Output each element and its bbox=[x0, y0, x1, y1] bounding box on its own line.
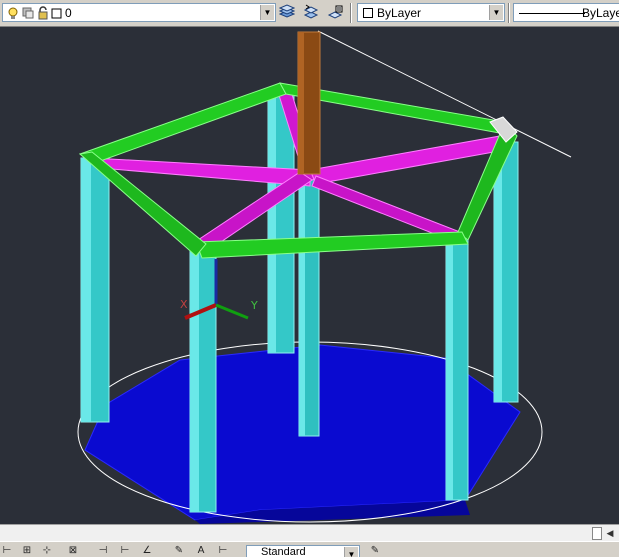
current-layer-name: 0 bbox=[65, 6, 72, 20]
dimension-baseline-icon[interactable]: ⊢ bbox=[118, 544, 132, 557]
dimension-toolbar: ⊢ ⊞ ⊹ ⊠ ⊣ ⊢ ∠ ✎ A ⊢ Standard ▼ ✎ bbox=[0, 541, 619, 557]
beam-front[interactable] bbox=[195, 231, 469, 259]
column-highlight bbox=[446, 238, 453, 500]
color-dropdown[interactable]: ByLayer ▼ bbox=[357, 3, 505, 22]
beam-back-left[interactable] bbox=[79, 82, 287, 165]
color-swatch bbox=[363, 8, 373, 18]
dimension-ordinate-icon[interactable]: ⊣ bbox=[96, 544, 110, 557]
scrollbar-thumb[interactable] bbox=[592, 527, 602, 540]
color-value: ByLayer bbox=[377, 6, 422, 20]
dimension-aligned-icon[interactable]: ⊞ bbox=[20, 544, 34, 557]
linetype-dropdown[interactable]: ByLayer bbox=[513, 3, 619, 22]
dimension-radius-icon[interactable]: ⊠ bbox=[66, 544, 80, 557]
toolbar-separator bbox=[508, 3, 510, 23]
ucs-x-label: X bbox=[180, 298, 188, 311]
dimension-linear-icon[interactable]: ⊢ bbox=[0, 544, 14, 557]
rafter-front-right[interactable] bbox=[311, 175, 461, 243]
rafter-right[interactable] bbox=[309, 135, 506, 185]
text-style-manager-icon[interactable]: ✎ bbox=[368, 544, 382, 557]
gazebo-3d-model[interactable]: X Y bbox=[0, 27, 619, 524]
text-icon[interactable]: A bbox=[194, 544, 208, 557]
text-style-dropdown[interactable]: Standard ▼ bbox=[246, 545, 360, 557]
toolbar-separator bbox=[350, 3, 352, 23]
chevron-down-icon[interactable]: ▼ bbox=[344, 547, 358, 557]
drawing-viewport[interactable]: X Y bbox=[0, 27, 619, 524]
layer-color-icon bbox=[49, 5, 65, 21]
column-highlight bbox=[299, 170, 305, 436]
chevron-down-icon[interactable]: ▼ bbox=[260, 5, 274, 20]
horizontal-scrollbar[interactable]: ◀ bbox=[0, 524, 619, 541]
pencil-icon[interactable]: ✎ bbox=[172, 544, 186, 557]
chevron-down-icon[interactable]: ▼ bbox=[489, 5, 503, 20]
column-highlight bbox=[190, 248, 199, 512]
layers-toolbar: 0 ▼ ByLayer ▼ ByLayer bbox=[0, 0, 619, 27]
dimension-angular-icon[interactable]: ⊹ bbox=[40, 544, 54, 557]
layer-states-icon[interactable] bbox=[327, 4, 343, 20]
column-highlight bbox=[268, 95, 276, 353]
ucs-y-label: Y bbox=[250, 299, 258, 312]
dimension-style-icon[interactable]: ⊢ bbox=[216, 544, 230, 557]
autocad-window: 0 ▼ ByLayer ▼ ByLayer bbox=[0, 0, 619, 557]
rafter-front-left[interactable] bbox=[197, 171, 313, 249]
dimension-continue-icon[interactable]: ∠ bbox=[140, 544, 154, 557]
linetype-value: ByLayer bbox=[582, 6, 619, 20]
make-current-layer-icon[interactable] bbox=[279, 4, 295, 20]
linetype-preview bbox=[519, 13, 585, 14]
layer-dropdown[interactable]: 0 ▼ bbox=[2, 3, 276, 22]
lightbulb-icon[interactable] bbox=[5, 5, 21, 21]
scroll-left-arrow-icon[interactable]: ◀ bbox=[603, 526, 617, 540]
freeze-sun-icon[interactable] bbox=[20, 5, 36, 21]
construction-line[interactable] bbox=[317, 30, 572, 158]
center-post-highlight bbox=[298, 32, 304, 174]
column-highlight bbox=[81, 158, 91, 422]
layer-previous-icon[interactable] bbox=[303, 4, 319, 20]
text-style-value: Standard bbox=[261, 546, 306, 557]
